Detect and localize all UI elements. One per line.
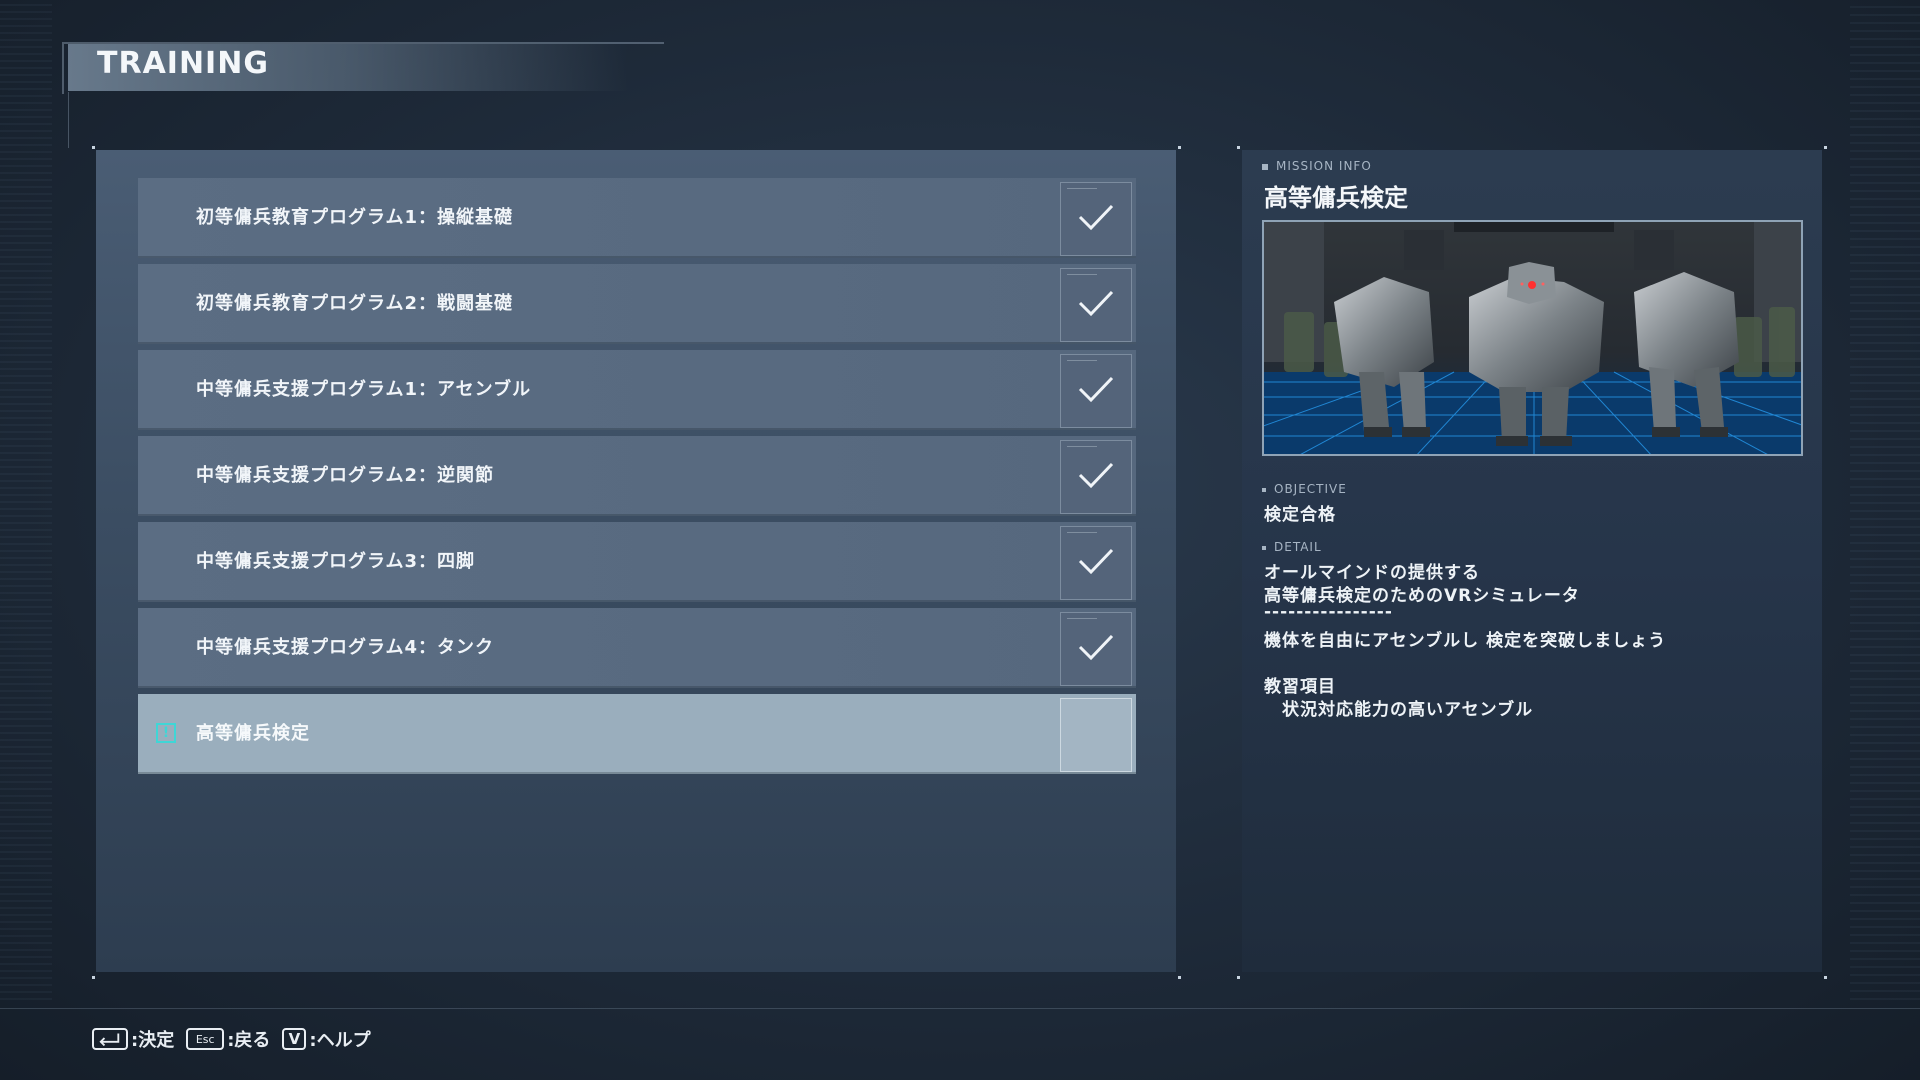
completion-box: [1060, 698, 1132, 772]
title-divider: [68, 92, 69, 148]
mission-row-2[interactable]: 初等傭兵教育プログラム2：戦闘基礎: [138, 264, 1136, 344]
training-screen: TRAINING 初等傭兵教育プログラム1：操縦基礎 初等傭兵教育プログラム2：…: [0, 0, 1920, 1080]
completion-box: [1060, 612, 1132, 686]
bullet-icon: [1262, 545, 1266, 550]
bullet-icon: [1262, 487, 1266, 492]
panel-corner: [92, 146, 95, 149]
alert-icon: !: [156, 723, 176, 743]
checkmark-icon: [1078, 634, 1114, 661]
mission-label: 高等傭兵検定: [196, 723, 310, 744]
objective-text: 検定合格: [1264, 505, 1336, 525]
confirm-hint[interactable]: :決定: [131, 1026, 174, 1052]
panel-corner: [1178, 146, 1181, 149]
detail-divider: ----------------: [1264, 602, 1393, 622]
detail-line: 教習項目: [1264, 677, 1336, 697]
v-key-icon: V: [282, 1028, 307, 1050]
panel-corner: [92, 976, 95, 979]
mission-row-5[interactable]: 中等傭兵支援プログラム3：四脚: [138, 522, 1136, 602]
checkmark-icon: [1078, 462, 1114, 489]
mission-label: 中等傭兵支援プログラム3：四脚: [196, 551, 475, 572]
decorative-strip-left: [0, 0, 52, 1000]
mission-label: 中等傭兵支援プログラム4：タンク: [196, 637, 494, 658]
mission-row-6[interactable]: 中等傭兵支援プログラム4：タンク: [138, 608, 1136, 688]
completion-box: [1060, 268, 1132, 342]
detail-line: 機体を自由にアセンブルし 検定を突破しましょう: [1264, 631, 1667, 651]
mission-preview-image: [1262, 220, 1803, 456]
checkmark-icon: [1078, 376, 1114, 403]
panel-corner: [1178, 976, 1181, 979]
mission-label: 初等傭兵教育プログラム2：戦闘基礎: [196, 293, 513, 314]
checkmark-icon: [1078, 204, 1114, 231]
enter-key-icon: [92, 1028, 128, 1050]
completion-box: [1060, 354, 1132, 428]
help-hint[interactable]: :ヘルプ: [309, 1026, 370, 1052]
panel-corner: [1237, 976, 1240, 979]
panel-corner: [1824, 146, 1827, 149]
mission-row-4[interactable]: 中等傭兵支援プログラム2：逆関節: [138, 436, 1136, 516]
mission-label: 初等傭兵教育プログラム1：操縦基礎: [196, 207, 513, 228]
mission-label: 中等傭兵支援プログラム2：逆関節: [196, 465, 494, 486]
mission-row-3[interactable]: 中等傭兵支援プログラム1：アセンブル: [138, 350, 1136, 430]
button-hints: :決定 Esc :戻る V :ヘルプ: [92, 1026, 383, 1052]
mission-title: 高等傭兵検定: [1264, 184, 1408, 212]
completion-box: [1060, 440, 1132, 514]
footer-divider: [0, 1008, 1920, 1009]
mission-info-label: MISSION INFO: [1262, 159, 1372, 173]
back-hint[interactable]: :戻る: [227, 1026, 270, 1052]
panel-corner: [1824, 976, 1827, 979]
checkmark-icon: [1078, 548, 1114, 575]
page-title: TRAINING: [97, 46, 269, 81]
detail-line: オールマインドの提供する: [1264, 563, 1480, 583]
checkmark-icon: [1078, 290, 1114, 317]
detail-line: 状況対応能力の高いアセンブル: [1264, 700, 1534, 720]
esc-key-icon: Esc: [186, 1028, 225, 1050]
mission-row-7[interactable]: ! 高等傭兵検定: [138, 694, 1136, 774]
objective-label: OBJECTIVE: [1262, 482, 1347, 496]
bullet-icon: [1262, 163, 1268, 170]
mission-row-1[interactable]: 初等傭兵教育プログラム1：操縦基礎: [138, 178, 1136, 258]
detail-label: DETAIL: [1262, 540, 1322, 554]
completion-box: [1060, 182, 1132, 256]
mission-label: 中等傭兵支援プログラム1：アセンブル: [196, 379, 532, 400]
decorative-strip-right: [1850, 0, 1920, 1000]
panel-corner: [1237, 146, 1240, 149]
completion-box: [1060, 526, 1132, 600]
mech-preview-illustration: [1264, 222, 1801, 454]
